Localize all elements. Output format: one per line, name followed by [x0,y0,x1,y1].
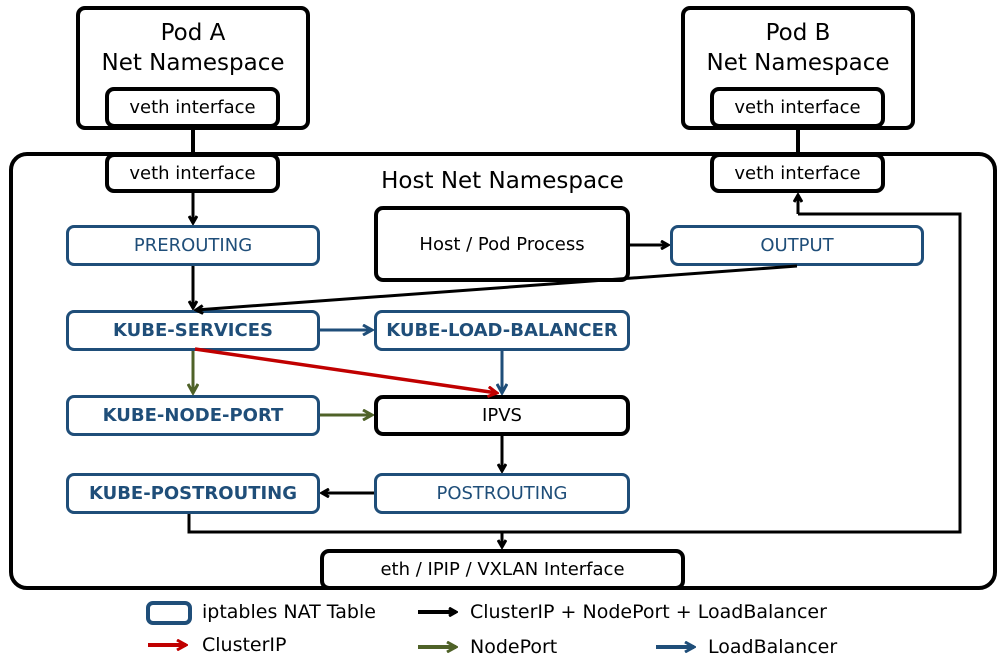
kube-services-chain[interactable]: KUBE-SERVICES [66,310,320,351]
eth-interface[interactable]: eth / IPIP / VXLAN Interface [320,549,685,590]
output-chain[interactable]: OUTPUT [670,225,924,266]
pod-b-title: Pod B [765,20,831,46]
legend-nat-table: iptables NAT Table [202,601,376,623]
kube-postrouting-chain[interactable]: KUBE-POSTROUTING [66,473,320,514]
pod-a-veth[interactable]: veth interface [105,87,280,128]
legend-all: ClusterIP + NodePort + LoadBalancer [470,601,827,623]
host-veth-b[interactable]: veth interface [710,153,885,193]
pod-b-subtitle: Net Namespace [706,50,890,76]
pod-b-veth[interactable]: veth interface [710,87,885,128]
prerouting-chain[interactable]: PREROUTING [66,225,320,266]
host-namespace-title: Host Net Namespace [381,168,624,194]
postrouting-chain[interactable]: POSTROUTING [374,473,630,514]
ipvs-box[interactable]: IPVS [374,395,630,436]
legend-nodeport: NodePort [470,636,558,658]
kube-node-port-chain[interactable]: KUBE-NODE-PORT [66,395,320,436]
legend-nat-swatch [146,601,192,625]
legend-loadbalancer: LoadBalancer [708,636,838,658]
pod-a-subtitle: Net Namespace [101,50,285,76]
legend-clusterip: ClusterIP [202,634,287,656]
host-veth-a[interactable]: veth interface [105,153,280,193]
kube-load-balancer-chain[interactable]: KUBE-LOAD-BALANCER [374,310,630,351]
pod-a-title: Pod A [160,20,226,46]
host-pod-process[interactable]: Host / Pod Process [374,206,630,282]
